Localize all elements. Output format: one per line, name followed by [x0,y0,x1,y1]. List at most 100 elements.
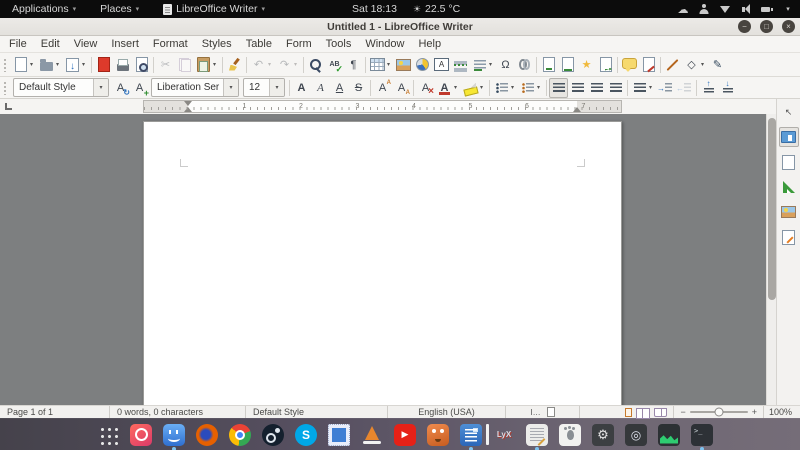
dropdown-caret-icon[interactable]: ▾ [535,84,542,91]
dropdown-caret-icon[interactable]: ▾ [80,61,87,68]
dock-lyx[interactable]: LyX [492,423,516,447]
tab-stop-selector[interactable] [5,103,12,110]
menu-insert[interactable]: Insert [104,36,146,52]
subscript-button[interactable]: A [392,78,411,98]
single-page-view-button[interactable] [625,408,632,417]
dock-chrome[interactable] [228,423,252,447]
strikethrough-button[interactable]: S [349,78,368,98]
menu-format[interactable]: Format [146,36,195,52]
dropdown-caret-icon[interactable]: ▾ [487,61,494,68]
gallery-deck-button[interactable] [779,202,799,222]
weather-widget[interactable]: ☀ 22.5 °C [413,3,460,15]
dropdown-caret-icon[interactable]: ▾ [223,79,238,96]
dock-stamp-app[interactable] [327,423,351,447]
right-indent-marker[interactable] [573,107,581,112]
clear-direct-formatting-button[interactable]: A [416,78,435,98]
menu-table[interactable]: Table [239,36,279,52]
justified-button[interactable] [606,78,625,98]
font-name-combo[interactable]: Liberation Ser▾ [151,78,239,97]
dropdown-caret-icon[interactable]: ▾ [266,61,273,68]
language-selector[interactable]: English (USA) [388,406,506,418]
sidebar-settings-button[interactable]: ↖ [779,102,799,122]
close-button[interactable]: × [782,20,795,33]
vertical-scrollbar[interactable] [766,114,776,405]
line-spacing-button[interactable]: ▾ [630,78,656,98]
properties-deck-button[interactable] [779,127,799,147]
document-modified-icon[interactable] [547,407,555,417]
titlebar[interactable]: Untitled 1 - LibreOffice Writer −□× [0,18,800,36]
print-button[interactable] [113,55,132,75]
insert-page-break-button[interactable] [451,55,470,75]
increase-indent-button[interactable] [656,78,675,98]
bold-button[interactable]: A [292,78,311,98]
basic-shapes-button[interactable]: ◇▾ [682,55,708,75]
multi-page-view-button[interactable] [636,408,650,417]
document-page[interactable] [143,121,622,405]
navigator-deck-button[interactable] [779,227,799,247]
dock-system-monitor[interactable] [657,423,681,447]
find-and-replace-button[interactable] [306,55,325,75]
superscript-button[interactable]: A [373,78,392,98]
system-tray[interactable]: ☁▾ [677,0,796,18]
menu-tools[interactable]: Tools [319,36,359,52]
cloud-icon[interactable]: ☁ [677,3,689,15]
dock-youtube[interactable]: ▶ [393,423,417,447]
zoom-slider-track[interactable] [690,411,748,413]
paragraph-style-combo[interactable]: Default Style▾ [13,78,109,97]
dock-libreoffice-writer[interactable] [459,423,483,447]
page-style[interactable]: Default Style [246,406,388,418]
insert-comment-button[interactable] [620,55,639,75]
insert-image-button[interactable] [394,55,413,75]
zoom-slider[interactable]: − + [674,406,764,418]
places-menu[interactable]: Places ▾ [88,0,151,18]
show-draw-functions-button[interactable]: ✎ [708,55,727,75]
insert-line-button[interactable] [663,55,682,75]
clock[interactable]: Sat 18:13 [352,3,397,15]
first-line-indent-marker[interactable] [184,101,192,106]
font-color-button[interactable]: A▾ [435,78,461,98]
decrease-paragraph-spacing-button[interactable] [718,78,737,98]
zoom-out-icon[interactable]: − [680,407,685,417]
dropdown-caret-icon[interactable]: ▾ [478,84,485,91]
insert-hyperlink-button[interactable] [515,55,534,75]
new-document-button[interactable]: ▾ [11,55,37,75]
align-center-button[interactable] [568,78,587,98]
dock-text-editor[interactable] [525,423,549,447]
maximize-button[interactable]: □ [760,20,773,33]
applications-menu[interactable]: Applications ▾ [0,0,88,18]
dropdown-caret-icon[interactable]: ▾ [93,79,108,96]
dropdown-caret-icon[interactable]: ▾ [385,61,392,68]
dock-media-player[interactable]: ◎ [624,423,648,447]
word-count[interactable]: 0 words, 0 characters [110,406,246,418]
selection-mode-icon[interactable]: I… [530,408,540,417]
dock-app-grid[interactable] [96,423,120,447]
active-app-menu[interactable]: LibreOffice Writer ▾ [151,0,277,18]
formatting-marks-button[interactable]: ¶ [344,55,363,75]
insert-chart-button[interactable] [413,55,432,75]
insert-endnote-button[interactable] [558,55,577,75]
page-deck-button[interactable] [779,152,799,172]
dropdown-caret-icon[interactable]: ▾ [647,84,654,91]
dock-gimp[interactable] [426,423,450,447]
menu-caret-icon[interactable]: ▾ [782,3,794,15]
highlighting-color-button[interactable]: ▾ [461,78,487,98]
underline-button[interactable]: A [330,78,349,98]
dropdown-caret-icon[interactable]: ▾ [292,61,299,68]
volume-icon[interactable] [740,3,752,15]
toolbar-grip[interactable] [2,57,9,72]
page-indicator[interactable]: Page 1 of 1 [0,406,110,418]
dock-steam[interactable] [261,423,285,447]
unordered-list-button[interactable]: ▾ [492,78,518,98]
scrollbar-thumb[interactable] [768,118,776,300]
menu-help[interactable]: Help [411,36,448,52]
dock-gnome-tweaks[interactable] [558,423,582,447]
dock-screenshot-tool[interactable] [129,423,153,447]
dock-firefox[interactable] [195,423,219,447]
track-changes-button[interactable] [639,55,658,75]
insert-text-box-button[interactable] [432,55,451,75]
book-view-button[interactable] [654,408,667,417]
dropdown-caret-icon[interactable]: ▾ [211,61,218,68]
align-left-button[interactable] [549,78,568,98]
export-as-pdf-button[interactable] [94,55,113,75]
minimize-button[interactable]: − [738,20,751,33]
